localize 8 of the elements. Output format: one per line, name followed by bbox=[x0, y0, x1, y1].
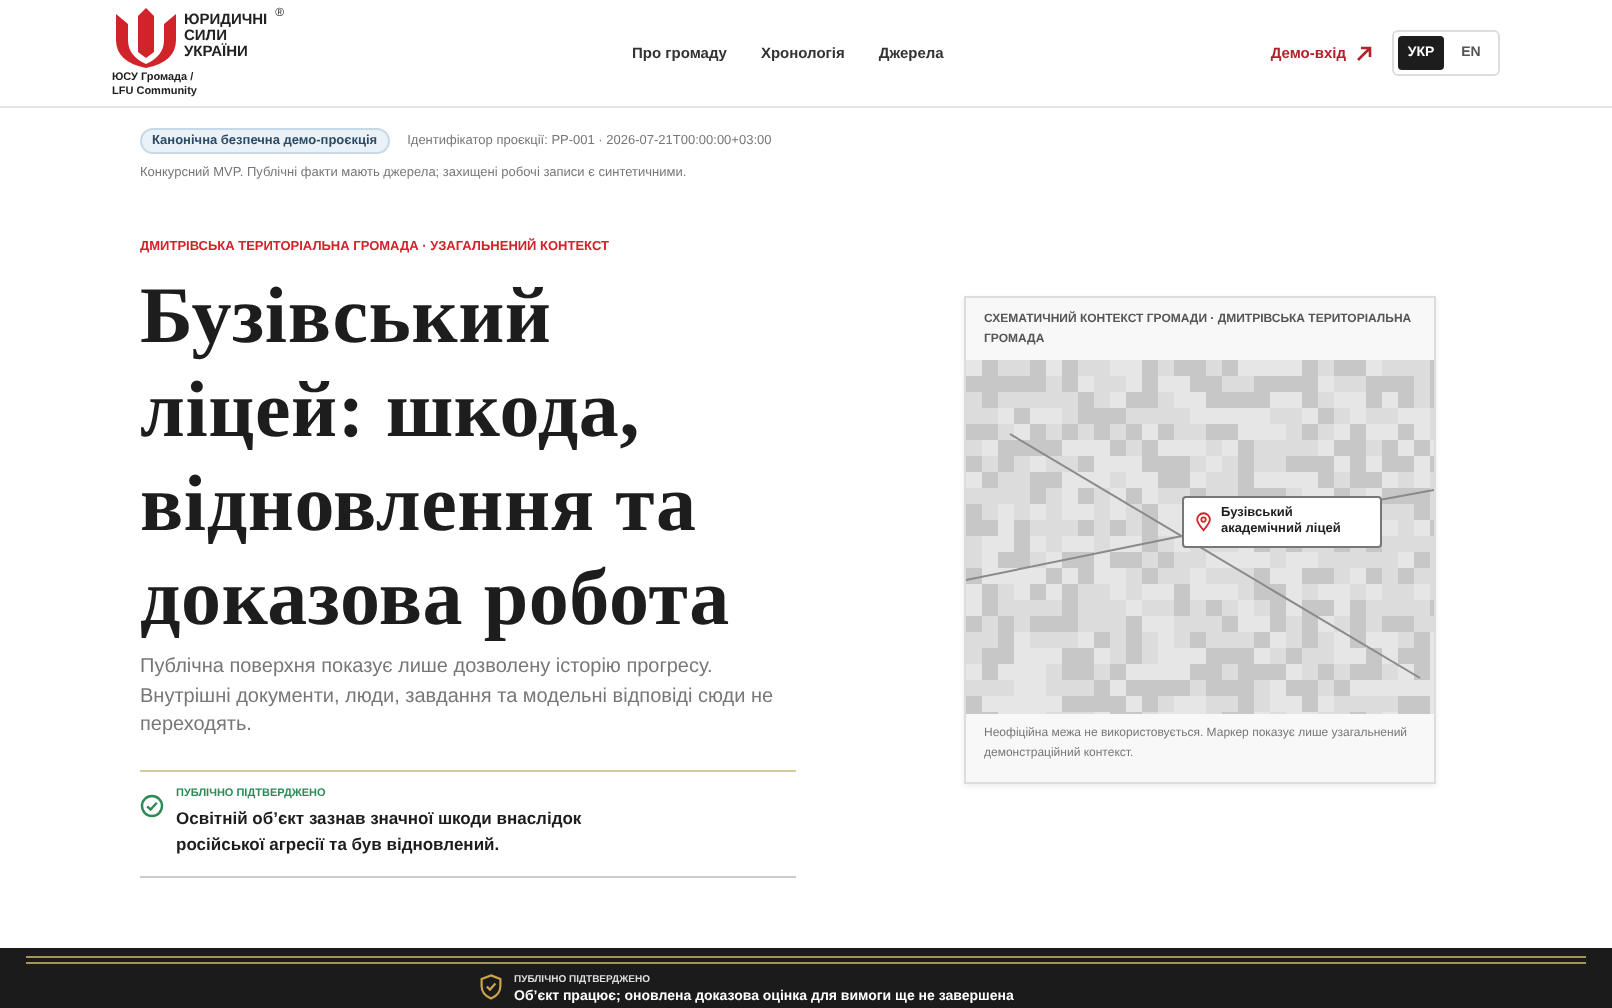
shield-check-icon bbox=[480, 974, 502, 1000]
hero-title: Бузівський ліцей: шкода, відновлення та доказова робота bbox=[140, 268, 732, 644]
arrow-icon bbox=[1356, 45, 1372, 61]
claim-text: Освітній об’єкт зазнав значної шкоди внаслідок російської агресії та був відновлений. bbox=[176, 805, 584, 857]
location-pin-icon bbox=[1196, 510, 1212, 534]
hero-lead: Публічна поверхня показує лише дозволену історію прогресу. Внутрішні документи, люди, завдання та модельні відповіді сюди не переходять. bbox=[140, 654, 776, 740]
logo-icon bbox=[112, 7, 180, 67]
check-circle-icon bbox=[140, 793, 164, 817]
